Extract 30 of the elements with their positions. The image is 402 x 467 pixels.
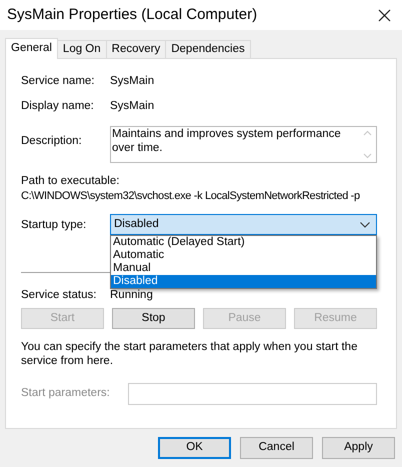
field-label: Service name: xyxy=(21,74,96,89)
dropdown-option[interactable]: Manual xyxy=(111,262,376,275)
field-label: Description: xyxy=(21,134,83,149)
field-value: SysMain xyxy=(110,74,154,89)
field-value: SysMain xyxy=(110,99,154,114)
dialog-button[interactable]: Cancel xyxy=(240,437,313,459)
dropdown-option[interactable]: Automatic (Delayed Start) xyxy=(111,236,376,249)
chevron-down-icon xyxy=(360,222,370,228)
close-icon xyxy=(378,8,390,22)
scroll-down-icon[interactable] xyxy=(363,153,372,159)
startup-type-dropdown[interactable]: Disabled xyxy=(110,214,377,235)
hint-text: You can specify the start parameters that apply when you start the service from here. xyxy=(21,340,358,368)
tab[interactable]: Dependencies xyxy=(165,40,251,58)
dialog-button[interactable]: Apply xyxy=(322,437,395,459)
scroll-up-icon[interactable] xyxy=(363,130,372,136)
window-title: SysMain Properties (Local Computer) xyxy=(7,4,258,25)
description-text: Maintains and improves system performance over time. xyxy=(111,127,342,156)
field-label: Service status: xyxy=(21,288,98,302)
path-value: C:\WINDOWS\system32\svchost.exe -k LocalSystemNetworkRestricted -p xyxy=(21,189,360,204)
path-label: Path to executable: xyxy=(21,174,120,188)
close-button[interactable] xyxy=(376,7,392,23)
field-value: Running xyxy=(110,288,153,302)
tab[interactable]: General xyxy=(5,38,58,59)
field-label: Display name: xyxy=(21,99,95,114)
field-label: Start parameters: xyxy=(21,386,111,402)
field-label: Startup type: xyxy=(21,218,88,233)
dialog-button[interactable]: OK xyxy=(158,437,231,459)
dropdown-option[interactable]: Automatic xyxy=(111,249,376,262)
service-button[interactable]: Stop xyxy=(112,308,195,329)
dropdown-option[interactable]: Disabled xyxy=(111,275,376,288)
